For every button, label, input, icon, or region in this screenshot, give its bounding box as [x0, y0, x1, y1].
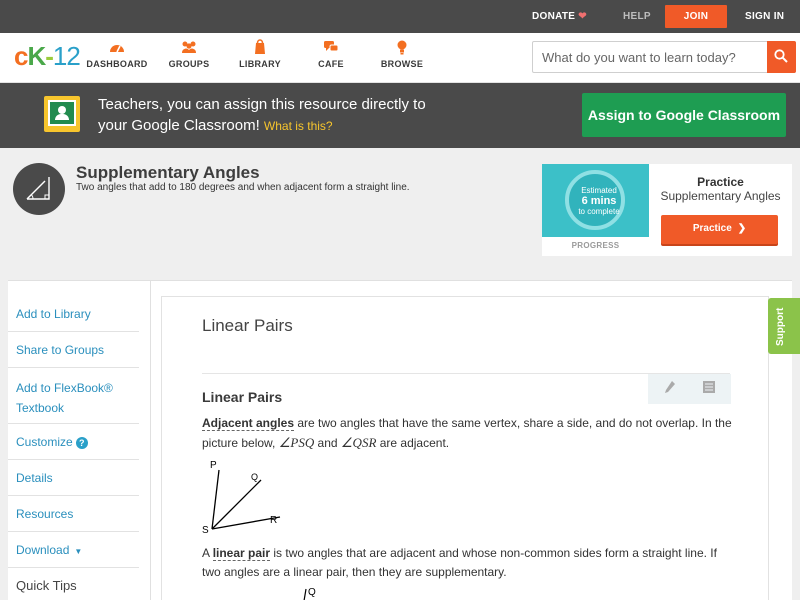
p1-text-and: and	[314, 436, 341, 450]
logo-num: 12	[52, 41, 81, 71]
estimated-label: Estimated	[581, 186, 617, 195]
support-label: Support	[775, 307, 786, 346]
nav-dashboard-label: DASHBOARD	[86, 59, 148, 69]
progress-label: PROGRESS	[571, 241, 620, 250]
assign-google-classroom-button[interactable]: Assign to Google Classroom	[582, 93, 786, 137]
logo-dash: -	[45, 41, 54, 71]
nav-groups-label: GROUPS	[168, 59, 210, 69]
google-classroom-icon	[44, 96, 80, 132]
sign-in-link[interactable]: SIGN IN	[745, 0, 784, 33]
nav-browse[interactable]: BROWSE	[367, 39, 437, 69]
banner-message: Teachers, you can assign this resource d…	[98, 96, 426, 134]
heart-icon: ❤	[578, 11, 587, 22]
pencil-icon[interactable]	[664, 380, 676, 397]
practice-subtitle: Supplementary Angles	[660, 189, 781, 203]
sidebar-item-download[interactable]: Download ▼	[8, 532, 139, 568]
library-icon	[225, 39, 295, 59]
nav-library[interactable]: LIBRARY	[225, 39, 295, 69]
help-link[interactable]: HELP	[623, 0, 651, 33]
main-nav: cK-12 DASHBOARD GROUPS LIBRARY CAFE BROW…	[0, 33, 800, 83]
customize-label: Customize	[16, 435, 73, 449]
p1-text-b: are adjacent.	[376, 436, 450, 450]
logo-c: c	[14, 41, 29, 71]
practice-card: Estimated 6 mins to complete PROGRESS Pr…	[542, 164, 792, 256]
nav-cafe[interactable]: CAFE	[296, 39, 366, 69]
cafe-icon	[296, 39, 366, 59]
classroom-banner: Teachers, you can assign this resource d…	[0, 83, 800, 148]
math-angle-psq: ∠PSQ	[278, 435, 315, 450]
concept-title: Supplementary Angles	[76, 163, 260, 182]
banner-text: Teachers, you can assign this resource d…	[98, 94, 458, 137]
label-q2: Q	[308, 587, 316, 598]
caret-down-icon: ▼	[74, 547, 83, 556]
sidebar-item-share-to-groups[interactable]: Share to Groups	[8, 332, 139, 368]
donate-label: DONATE	[532, 11, 576, 22]
content-divider	[150, 280, 151, 600]
concept-description: Two angles that add to 180 degrees and w…	[76, 182, 410, 193]
nav-library-label: LIBRARY	[239, 59, 281, 69]
label-s: S	[202, 525, 209, 536]
sidebar-item-add-to-flexbook[interactable]: Add to FlexBook® Textbook	[8, 368, 139, 424]
sidebar-item-customize[interactable]: Customize?	[8, 424, 139, 460]
ck12-logo[interactable]: cK-12	[14, 41, 81, 71]
sidebar-item-quick-tips[interactable]: Quick Tips	[8, 568, 139, 600]
support-tab[interactable]: Support	[768, 298, 800, 354]
nav-cafe-label: CAFE	[318, 59, 344, 69]
what-is-this-link[interactable]: What is this?	[264, 119, 333, 133]
download-label: Download	[16, 543, 70, 557]
label-p: P	[210, 460, 217, 471]
browse-icon	[367, 39, 437, 59]
term-linear-pair[interactable]: linear pair	[212, 546, 271, 561]
search-box	[532, 41, 796, 73]
help-icon[interactable]: ?	[75, 437, 88, 449]
dashboard-icon	[82, 39, 152, 59]
sidebar-item-details[interactable]: Details	[8, 460, 139, 496]
practice-heading: Practice	[697, 175, 744, 189]
linear-pair-diagram: Q	[303, 587, 316, 600]
search-button[interactable]	[767, 41, 796, 73]
paragraph-adjacent-angles: Adjacent angles are two angles that have…	[202, 414, 732, 453]
math-angle-qsr: ∠QSR	[340, 435, 377, 450]
term-adjacent-angles[interactable]: Adjacent angles	[202, 416, 295, 431]
to-complete-label: to complete	[578, 207, 620, 216]
sidebar-item-resources[interactable]: Resources	[8, 496, 139, 532]
donate-link[interactable]: DONATE ❤	[532, 0, 587, 33]
nav-groups[interactable]: GROUPS	[154, 39, 224, 69]
label-r: R	[270, 515, 277, 526]
search-icon	[774, 49, 788, 63]
logo-k: K	[27, 41, 46, 71]
sidebar-item-add-to-library[interactable]: Add to Library	[8, 296, 139, 332]
practice-progress-graphic: Estimated 6 mins to complete	[542, 164, 649, 237]
join-button[interactable]: JOIN	[665, 5, 727, 28]
chevron-right-icon: ❯	[737, 223, 747, 234]
adjacent-angles-diagram: P Q R S	[202, 460, 281, 536]
supplementary-angles-icon	[13, 163, 65, 215]
lesson-panel: Linear Pairs Linear Pairs Adjacent angle…	[161, 296, 769, 600]
groups-icon	[154, 39, 224, 59]
lesson-toolbox	[648, 374, 731, 404]
nav-browse-label: BROWSE	[380, 59, 424, 69]
nav-dashboard[interactable]: DASHBOARD	[82, 39, 152, 69]
top-bar: DONATE ❤ HELP JOIN SIGN IN	[0, 0, 800, 33]
estimated-mins: 6 mins	[581, 195, 617, 207]
label-q: Q	[251, 472, 258, 482]
practice-button-label: Practice	[692, 223, 732, 234]
p2-text-a: A	[202, 546, 213, 560]
section-title: Linear Pairs	[202, 389, 283, 405]
lesson-title: Linear Pairs	[202, 316, 293, 335]
practice-button[interactable]: Practice ❯	[661, 215, 778, 244]
search-input[interactable]	[542, 48, 762, 66]
paragraph-linear-pair: A linear pair is two angles that are adj…	[202, 544, 732, 582]
sidebar: Add to Library Share to Groups Add to Fl…	[8, 296, 139, 600]
notes-icon[interactable]	[702, 380, 716, 397]
p2-text-b: is two angles that are adjacent and whos…	[202, 546, 717, 579]
progress-ring: Estimated 6 mins to complete	[565, 170, 625, 230]
